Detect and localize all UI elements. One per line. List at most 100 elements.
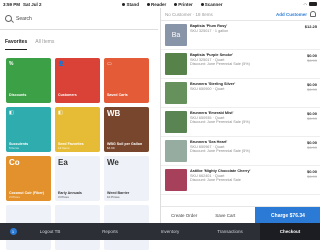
item-photo	[165, 82, 187, 104]
item-details: Brunnera 'Sea Heart' SKU 650967 · Quart Di…	[190, 140, 295, 162]
item-library: Search Favorites All Items % Discounts 👤 Cu…	[0, 8, 158, 250]
item-original-price: $6.99	[306, 116, 317, 121]
charge-button[interactable]: Charge $76.34	[255, 207, 320, 224]
library-tile[interactable]: 👤 Customers	[55, 58, 100, 103]
tab-reports[interactable]: Reports	[80, 229, 140, 234]
library-tile[interactable]: ▭ Saved Carts	[104, 58, 149, 103]
tab-transactions[interactable]: Transactions	[200, 229, 260, 234]
cart-footer: Create Order Save Cart Charge $76.34	[161, 206, 320, 224]
tile-subtitle: 3 Prices	[58, 195, 69, 199]
item-price-block: $0.00 $6.99	[295, 140, 317, 162]
notification-badge: 1	[9, 228, 17, 235]
tile-icon: ◧	[58, 110, 63, 116]
search-icon	[5, 15, 12, 22]
cart-item[interactable]: Brunnera 'Sea Heart' SKU 650967 · Quart Di…	[161, 137, 320, 166]
item-meta: Discount: June Perennial Sale	[190, 178, 241, 183]
status-date: Sat Jul 2	[23, 1, 42, 7]
library-tile[interactable]: Ea Early Annuals 3 Prices	[55, 156, 100, 201]
cart-item[interactable]: Ba Baptisia 'Plum Rosy' SKU 325017 · 1 gal…	[161, 21, 320, 50]
tile-name: Customers	[58, 92, 77, 97]
item-meta: SKU 650900 · Quart	[190, 86, 225, 91]
create-order-button[interactable]: Create Order	[171, 213, 197, 218]
tile-abbreviation: Ea	[58, 158, 68, 167]
cart-items-list: Ba Baptisia 'Plum Rosy' SKU 325017 · 1 gal…	[161, 21, 320, 206]
search-input[interactable]: Search	[16, 16, 32, 22]
cart-header: No Customer · 18 Items Add Customer	[161, 8, 320, 21]
item-price: $12.25	[304, 24, 317, 29]
status-bar: 3:59 PM Sat Jul 2 Stand Reader Printer S…	[0, 0, 320, 8]
item-details: Astilbe 'Mighty Chocolate Cherry' SKU 662…	[190, 169, 295, 191]
tab-inventory[interactable]: Inventory	[140, 229, 200, 234]
favorites-grid: % Discounts 👤 Customers ▭ Saved Carts ◧ Succule…	[6, 58, 154, 250]
battery-icon	[309, 2, 317, 6]
bottom-tab-bar: 1 Logout TB Reports Inventory Transactio…	[0, 223, 320, 240]
library-tile[interactable]: ◧ Succulents 5 Items	[6, 107, 51, 152]
item-price-block: $0.00 $6.99	[295, 53, 317, 75]
tile-subtitle: 12 Items	[58, 146, 70, 150]
stand-icon	[122, 2, 126, 6]
item-price-block: $12.25	[295, 24, 317, 46]
tile-icon: 👤	[58, 61, 65, 67]
wifi-icon: ◠	[303, 1, 308, 7]
tile-subtitle: $4.99	[107, 146, 115, 150]
item-details: Baptisia 'Plum Rosy' SKU 325017 · 1 gallo…	[190, 24, 295, 46]
item-photo	[165, 53, 187, 75]
item-meta: Discount: June Perennial Sale (5%)	[190, 62, 250, 67]
library-tabs: Favorites All Items	[0, 30, 158, 50]
tile-icon: %	[9, 61, 14, 67]
item-original-price: $6.99	[306, 174, 317, 179]
add-customer-button[interactable]: Add Customer	[276, 12, 307, 17]
tile-icon: ▭	[107, 61, 112, 67]
tile-subtitle: 5 Items	[9, 146, 19, 150]
item-original-price: $6.99	[306, 87, 317, 92]
tile-name: Saved Carts	[107, 92, 128, 97]
library-tile[interactable]: Co Coconut Coir (Fiber) 2 Prices	[6, 156, 51, 201]
item-photo	[165, 140, 187, 162]
library-tile[interactable]: WB WBG Soil per Gallon $4.99	[104, 107, 149, 152]
item-meta: SKU 325017 · 1 gallon	[190, 28, 229, 33]
cart-item[interactable]: Baptisia 'Purple Smoke' SKU 325017 · Quar…	[161, 50, 320, 79]
item-original-price: $6.99	[306, 145, 317, 150]
printer-status: Printer	[174, 2, 193, 7]
scanner-status: Scanner	[200, 2, 223, 7]
printer-icon	[174, 2, 178, 6]
cart-item[interactable]: Brunnera 'Sterling Silver' SKU 650900 · Q…	[161, 79, 320, 108]
library-tile[interactable]: ◧ Seed Favorites 12 Items	[55, 107, 100, 152]
reader-icon	[147, 2, 150, 6]
item-details: Brunnera 'Emerald Mist' SKU 650935 · Quar…	[190, 111, 295, 133]
cart-item[interactable]: Brunnera 'Emerald Mist' SKU 650935 · Quar…	[161, 108, 320, 137]
status-time: 3:59 PM	[3, 1, 21, 7]
tile-abbreviation: We	[107, 158, 119, 167]
tile-subtitle: 2 Prices	[9, 195, 20, 199]
stand-status: Stand	[122, 2, 139, 7]
item-original-price: $6.99	[306, 58, 317, 63]
search-bar[interactable]: Search	[0, 8, 158, 30]
customer-summary: No Customer · 18 Items	[165, 11, 213, 17]
tab-all-items[interactable]: All Items	[35, 39, 54, 50]
tab-logout[interactable]: Logout TB	[20, 229, 80, 234]
tile-abbreviation: Co	[9, 158, 20, 167]
tile-abbreviation: WB	[107, 109, 121, 118]
library-tile[interactable]: We Weed Barrier 10 Prices	[104, 156, 149, 201]
tab-checkout[interactable]: Checkout	[260, 223, 320, 240]
item-details: Baptisia 'Purple Smoke' SKU 325017 · Quar…	[190, 53, 295, 75]
tile-icon: ◧	[9, 110, 14, 116]
item-details: Brunnera 'Sterling Silver' SKU 650900 · Q…	[190, 82, 295, 104]
reader-status: Reader	[147, 2, 166, 7]
scanner-icon	[200, 2, 204, 6]
save-cart-button[interactable]: Save Cart	[215, 213, 235, 218]
tab-favorites[interactable]: Favorites	[5, 39, 28, 50]
notifications-tab[interactable]: 1	[0, 228, 20, 235]
tile-name: Discounts	[9, 92, 27, 97]
tile-subtitle: 10 Prices	[107, 195, 120, 199]
cart-item[interactable]: Astilbe 'Mighty Chocolate Cherry' SKU 662…	[161, 166, 320, 195]
item-abbreviation: Ba	[165, 24, 187, 46]
library-tile[interactable]: % Discounts	[6, 58, 51, 103]
item-price-block: $0.00 $6.99	[295, 169, 317, 191]
item-price-block: $0.00 $6.99	[295, 111, 317, 133]
item-photo	[165, 111, 187, 133]
item-meta: Discount: June Perennial Sale (5%)	[190, 120, 250, 125]
person-add-icon[interactable]	[310, 11, 316, 17]
item-photo	[165, 169, 187, 191]
item-meta: Discount: June Perennial Sale (5%)	[190, 149, 250, 154]
